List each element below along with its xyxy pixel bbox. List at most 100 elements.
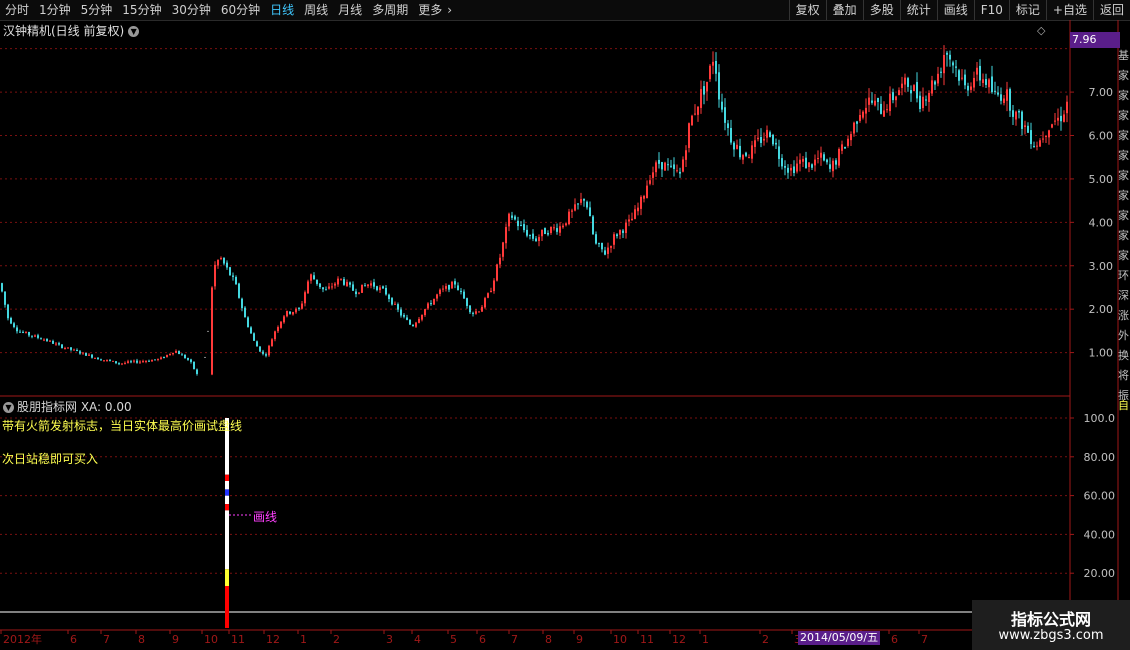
candle-body: [466, 298, 468, 306]
time-tick-label: 9: [576, 633, 583, 646]
candle-body: [133, 360, 135, 362]
candle-body: [940, 71, 942, 73]
candle-body: [322, 287, 324, 290]
candle-body: [397, 304, 399, 310]
candle-body: [733, 142, 735, 150]
candle-body: [58, 343, 60, 345]
candle-body: [136, 360, 138, 363]
candle-body: [844, 146, 846, 149]
candle-body: [112, 360, 114, 362]
candle-body: [718, 72, 720, 100]
candle-body: [856, 121, 858, 124]
candle-body: [382, 286, 384, 289]
candle-body: [424, 309, 426, 316]
candle-body: [715, 60, 717, 74]
candle-body: [589, 207, 591, 217]
candle-body: [907, 78, 909, 87]
candle-body: [481, 306, 483, 312]
candle-body: [37, 335, 39, 338]
grid-lines: [0, 20, 1130, 631]
candle-body: [1051, 124, 1053, 128]
candle-body: [217, 259, 219, 266]
candle-body: [766, 129, 768, 138]
candle-body: [460, 290, 462, 292]
chevron-down-icon[interactable]: ▼: [3, 402, 14, 413]
candle-body: [1012, 110, 1014, 117]
candle-body: [49, 340, 51, 342]
candle-body: [631, 218, 633, 221]
candle-body: [925, 99, 927, 101]
candle-body: [613, 234, 615, 245]
candle-body: [784, 166, 786, 168]
info-panel-edge: 基家家家家家家家家家家环深涨外换将振: [1118, 20, 1130, 400]
candle-body: [304, 292, 306, 304]
candle-body: [100, 359, 102, 361]
candle-body: [82, 352, 84, 354]
candle-body: [427, 303, 429, 309]
indicator-title[interactable]: ▼ 股朋指标网 XA: 0.00: [3, 398, 132, 415]
candle-body: [1039, 140, 1041, 147]
candle-body: [973, 77, 975, 88]
candle-body: [754, 140, 756, 147]
candle-body: [451, 281, 453, 289]
candle-body: [1063, 114, 1065, 122]
candle-body: [364, 285, 366, 287]
candle-body: [781, 158, 783, 167]
candle-body: [115, 361, 117, 364]
main-chart-title[interactable]: 汉钟精机(日线 前复权) ▼: [3, 22, 140, 39]
candle-body: [979, 65, 981, 81]
candle-body: [568, 211, 570, 225]
info-char-13: 涨: [1118, 309, 1129, 322]
sub-y-tick-label: 100.0: [1084, 412, 1116, 425]
candle-body: [1066, 101, 1068, 114]
candle-body: [376, 286, 378, 291]
diamond-icon[interactable]: ◇: [1037, 24, 1045, 37]
candle-body: [1000, 94, 1002, 101]
candle-body: [826, 159, 828, 163]
candle-body: [796, 163, 798, 172]
candle-body: [244, 307, 246, 318]
candle-body: [61, 344, 63, 349]
candle-body: [226, 262, 228, 268]
info-char-8: 家: [1118, 209, 1129, 222]
main-y-tick-label: 6.00: [1089, 130, 1114, 143]
candle-body: [175, 350, 177, 353]
candle-body: [790, 167, 792, 171]
candle-body: [946, 52, 948, 55]
candle-body: [151, 359, 153, 362]
candle-body: [559, 226, 561, 233]
candle-body: [832, 160, 834, 172]
candle-body: [742, 155, 744, 160]
candle-body: [157, 358, 159, 360]
watermark-title: 指标公式网: [1010, 610, 1091, 629]
candle-body: [586, 201, 588, 208]
candle-body: [679, 171, 681, 174]
candle-body: [1027, 125, 1029, 133]
candle-body: [475, 311, 477, 314]
candle-body: [799, 159, 801, 164]
candle-body: [1, 283, 3, 292]
candle-body: [400, 309, 402, 316]
candle-body: [604, 250, 606, 255]
candle-body: [958, 70, 960, 81]
candle-body: [268, 345, 270, 356]
candle-body: [196, 369, 198, 374]
time-tick-label: 5: [450, 633, 457, 646]
candle-body: [892, 92, 894, 101]
candle-body: [991, 76, 993, 93]
candle-body: [283, 316, 285, 323]
candle-body: [310, 274, 312, 281]
candle-body: [238, 283, 240, 298]
candle-body: [898, 90, 900, 96]
candle-body: [292, 312, 294, 315]
time-tick-label: 6: [891, 633, 898, 646]
candle-body: [1054, 120, 1056, 122]
candle-body: [847, 138, 849, 146]
time-tick-label: 9: [172, 633, 179, 646]
chevron-down-icon[interactable]: ▼: [128, 26, 140, 37]
candle-body: [700, 89, 702, 108]
stock-title: 汉钟精机(日线 前复权): [3, 24, 125, 38]
candle-body: [370, 283, 372, 286]
candle-body: [76, 349, 78, 351]
candle-body: [16, 327, 18, 332]
